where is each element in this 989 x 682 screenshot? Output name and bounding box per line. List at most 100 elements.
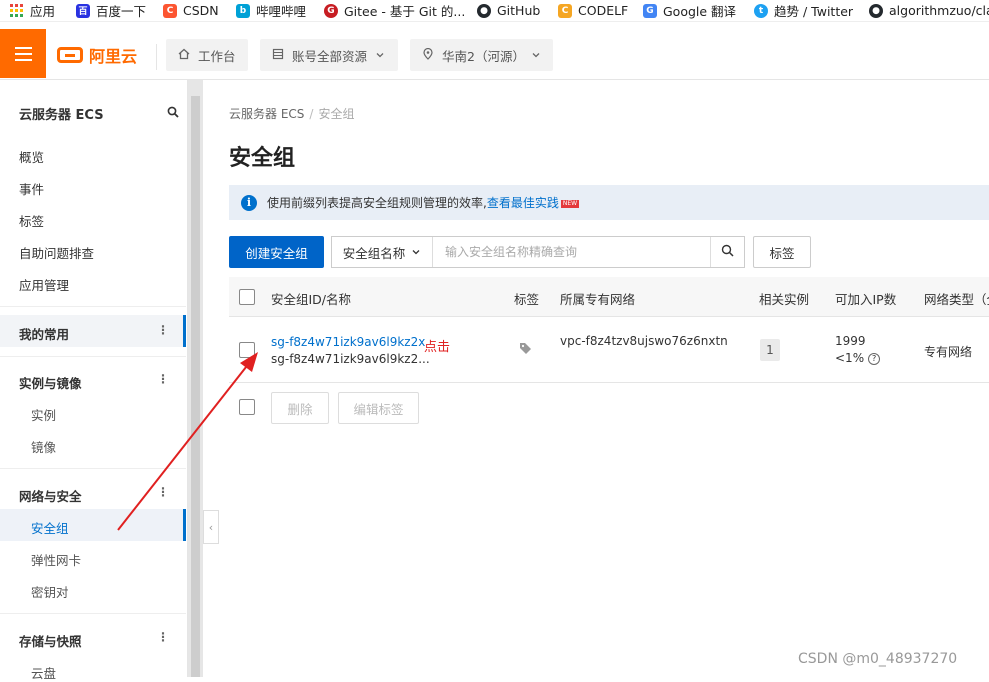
select-all-checkbox[interactable] [239, 289, 255, 305]
sidebar-divider [0, 468, 186, 469]
twitter-icon: t [754, 3, 768, 18]
tag-filter-button[interactable]: 标签 [753, 236, 811, 268]
search-input[interactable] [433, 237, 710, 267]
logo-text: 阿里云 [89, 47, 138, 66]
bookmark-algorithmzuo[interactable]: ● algorithmzuo/cla [869, 3, 989, 18]
region-dropdown[interactable]: 华南2（河源） [410, 39, 553, 71]
delete-button[interactable]: 删除 [271, 392, 329, 424]
aliyun-logo[interactable]: 阿里云 [57, 43, 137, 67]
chevron-left-icon: ‹ [208, 520, 214, 534]
info-icon: i [241, 194, 257, 211]
more-icon[interactable]: ⋮ [157, 372, 169, 386]
sidebar-scroll-thumb[interactable] [191, 96, 200, 677]
chevron-down-icon [375, 48, 385, 63]
sidebar-item-images[interactable]: 镜像 [31, 437, 56, 456]
column-header-id: 安全组ID/名称 [271, 292, 352, 307]
google-translate-icon: G [643, 3, 657, 18]
edit-tags-button[interactable]: 编辑标签 [338, 392, 419, 424]
region-label: 华南2（河源） [442, 48, 525, 64]
sidebar-group-instances[interactable]: 实例与镜像 [19, 373, 82, 392]
ip-count: 1999 [835, 334, 866, 348]
sidebar-item-security-groups[interactable]: 安全组 [31, 518, 69, 537]
create-security-group-button[interactable]: 创建安全组 [229, 236, 324, 268]
bookmark-label: GitHub [497, 3, 541, 18]
sidebar-item-troubleshoot[interactable]: 自助问题排查 [19, 243, 94, 262]
sidebar-item-disks[interactable]: 云盘 [31, 663, 56, 682]
more-icon[interactable]: ⋮ [157, 630, 169, 644]
sidebar-group-storage[interactable]: 存储与快照 [19, 631, 82, 650]
aliyun-logo-icon [57, 47, 83, 63]
sidebar-item-events[interactable]: 事件 [19, 179, 44, 198]
apps-grid-icon [10, 3, 24, 18]
sidebar-divider [0, 613, 186, 614]
sidebar-group-network[interactable]: 网络与安全 [19, 486, 82, 505]
bookmark-label: CSDN [183, 3, 219, 18]
bookmark-label: 趋势 / Twitter [774, 4, 854, 19]
annotation-text: 点击 [424, 340, 451, 355]
search-field-select[interactable]: 安全组名称 [332, 237, 433, 267]
best-practice-link[interactable]: 查看最佳实践 [487, 196, 559, 210]
sidebar-item-app-management[interactable]: 应用管理 [19, 275, 69, 294]
bookmark-codelf[interactable]: C CODELF [558, 3, 628, 18]
watermark: CSDN @m0_48937270 [798, 651, 958, 667]
sidebar-title: 云服务器 ECS [19, 108, 104, 123]
bookmark-twitter[interactable]: t 趋势 / Twitter [754, 1, 853, 20]
page-title: 安全组 [229, 146, 296, 171]
sidebar-item-keypairs[interactable]: 密钥对 [31, 582, 69, 601]
bookmark-label: Google 翻译 [663, 4, 737, 19]
header-divider [156, 44, 157, 70]
bookmark-baidu[interactable]: 百 百度一下 [76, 1, 146, 20]
column-header-network-type: 网络类型（全 [924, 292, 989, 307]
more-icon[interactable]: ⋮ [157, 323, 169, 337]
bookmark-gitee[interactable]: G Gitee - 基于 Git 的... [324, 1, 465, 20]
column-header-ip-count: 可加入IP数 [835, 292, 897, 307]
sidebar-item-tags[interactable]: 标签 [19, 211, 44, 230]
resources-icon [272, 48, 284, 63]
vpc-id: vpc-f8z4tzv8ujswo76z6nxtn [560, 334, 728, 348]
ip-percent: <1%? [835, 351, 881, 365]
footer-select-checkbox[interactable] [239, 399, 255, 415]
bookmarks-bar: 应用 百 百度一下 C CSDN b 哔哩哔哩 G Gitee - 基于 Git… [0, 0, 989, 22]
bookmark-github[interactable]: ● GitHub [477, 3, 540, 18]
sidebar-divider [0, 306, 186, 307]
table-row: sg-f8z4w71izk9av6l9kz2x sg-f8z4w71izk9av… [229, 318, 989, 383]
active-item-highlight [0, 509, 186, 541]
gitee-icon: G [324, 3, 338, 18]
search-button[interactable] [710, 237, 744, 267]
csdn-icon: C [163, 3, 177, 18]
column-header-vpc: 所属专有网络 [560, 292, 636, 307]
sidebar-group-favorites[interactable]: 我的常用 [19, 324, 69, 343]
breadcrumb-root[interactable]: 云服务器 ECS [229, 107, 304, 121]
collapse-sidebar-button[interactable]: ‹ [203, 510, 219, 544]
breadcrumb-current: 安全组 [318, 107, 355, 121]
row-checkbox[interactable] [239, 342, 255, 358]
search-icon [721, 244, 734, 260]
chevron-down-icon [411, 245, 421, 260]
security-group-id-link[interactable]: sg-f8z4w71izk9av6l9kz2x [271, 335, 425, 349]
sidebar-item-instances[interactable]: 实例 [31, 405, 56, 424]
table-header: 安全组ID/名称 标签 所属专有网络 相关实例 可加入IP数 网络类型（全 [229, 277, 989, 317]
search-field-label: 安全组名称 [342, 245, 406, 261]
sidebar: 云服务器 ECS 概览 事件 标签 自助问题排查 应用管理 我的常用 ⋮ 实例与… [0, 80, 188, 681]
search-group: 安全组名称 [331, 236, 745, 268]
home-icon [178, 48, 190, 63]
instance-count-badge[interactable]: 1 [760, 339, 780, 361]
location-pin-icon [422, 47, 434, 63]
help-icon[interactable]: ? [868, 352, 881, 365]
search-icon[interactable] [167, 106, 179, 121]
info-notice: i 使用前缀列表提高安全组规则管理的效率,查看最佳实践 NEW [229, 185, 989, 220]
menu-icon[interactable] [0, 29, 46, 78]
chevron-down-icon [531, 48, 541, 63]
bilibili-icon: b [236, 3, 250, 18]
bookmark-bilibili[interactable]: b 哔哩哔哩 [236, 1, 306, 20]
sidebar-item-eni[interactable]: 弹性网卡 [31, 550, 81, 569]
sidebar-item-overview[interactable]: 概览 [19, 147, 44, 166]
sidebar-divider [0, 356, 186, 357]
bookmark-google-translate[interactable]: G Google 翻译 [643, 1, 736, 20]
resources-dropdown[interactable]: 账号全部资源 [260, 39, 398, 71]
more-icon[interactable]: ⋮ [157, 485, 169, 499]
workbench-button[interactable]: 工作台 [166, 39, 248, 71]
bookmark-apps[interactable]: 应用 [10, 1, 55, 20]
tag-icon[interactable] [519, 342, 532, 358]
bookmark-csdn[interactable]: C CSDN [163, 3, 219, 18]
